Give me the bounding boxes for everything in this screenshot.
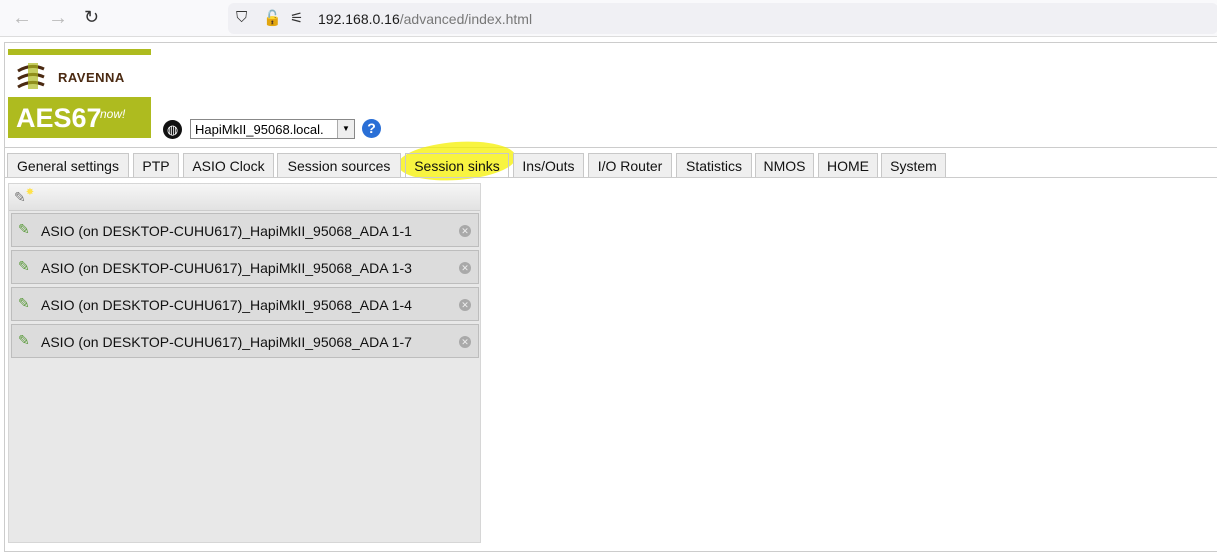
- help-icon[interactable]: ?: [362, 119, 381, 138]
- plug-icon: ✎: [18, 258, 30, 274]
- sink-item[interactable]: ✎ ASIO (on DESKTOP-CUHU617)_HapiMkII_9506…: [11, 324, 479, 358]
- remove-icon[interactable]: ✕: [459, 262, 471, 274]
- permissions-icon[interactable]: ⚟: [290, 9, 303, 27]
- tab-session-sources[interactable]: Session sources: [277, 153, 401, 177]
- plug-icon: ✎: [18, 332, 30, 348]
- logo-product: AES67: [16, 103, 102, 133]
- tab-ptp[interactable]: PTP: [133, 153, 179, 177]
- chevron-down-icon[interactable]: ▼: [337, 120, 354, 138]
- insecure-lock-icon[interactable]: 🔓: [263, 9, 282, 27]
- reload-icon[interactable]: ↻: [84, 7, 99, 28]
- remove-icon[interactable]: ✕: [459, 299, 471, 311]
- tab-home[interactable]: HOME: [818, 153, 878, 177]
- globe-icon: ◍: [163, 120, 182, 139]
- tab-asio-clock[interactable]: ASIO Clock: [183, 153, 274, 177]
- sink-item[interactable]: ✎ ASIO (on DESKTOP-CUHU617)_HapiMkII_9506…: [11, 250, 479, 284]
- logo-tagline: now!: [100, 107, 126, 121]
- divider: [4, 147, 1217, 148]
- url-path: /advanced/index.html: [399, 11, 533, 27]
- ravenna-aes67-logo: RAVENNA AES67 now!: [8, 49, 151, 138]
- ravenna-logo-icon: [17, 63, 45, 89]
- remove-icon[interactable]: ✕: [459, 225, 471, 237]
- forward-icon[interactable]: →: [48, 7, 68, 30]
- tab-session-sinks[interactable]: Session sinks: [405, 153, 509, 178]
- tab-io-router[interactable]: I/O Router: [588, 153, 672, 177]
- address-bar[interactable]: ⛉ 🔓 ⚟ 192.168.0.16/advanced/index.html: [228, 3, 1217, 34]
- device-select-value: HapiMkII_95068.local.: [195, 122, 324, 137]
- sink-item[interactable]: ✎ ASIO (on DESKTOP-CUHU617)_HapiMkII_9506…: [11, 213, 479, 247]
- session-sinks-panel: ✎✸ ✎ ASIO (on DESKTOP-CUHU617)_HapiMkII_9…: [8, 183, 481, 543]
- browser-toolbar: ← → ↻ ⛉ 🔓 ⚟ 192.168.0.16/advanced/index.…: [0, 0, 1217, 37]
- url-text[interactable]: 192.168.0.16/advanced/index.html: [318, 11, 532, 27]
- url-host: 192.168.0.16: [318, 11, 400, 27]
- sink-name: ASIO (on DESKTOP-CUHU617)_HapiMkII_95068…: [41, 334, 412, 350]
- logo-brand: RAVENNA: [58, 70, 125, 85]
- plug-icon: ✎: [18, 295, 30, 311]
- tab-general-settings[interactable]: General settings: [7, 153, 129, 177]
- tab-ins-outs[interactable]: Ins/Outs: [513, 153, 584, 177]
- device-select[interactable]: HapiMkII_95068.local. ▼: [190, 119, 355, 139]
- tab-system[interactable]: System: [881, 153, 946, 177]
- panel-toolbar: ✎✸: [9, 184, 480, 211]
- add-sink-icon[interactable]: ✎✸: [14, 187, 34, 206]
- sink-name: ASIO (on DESKTOP-CUHU617)_HapiMkII_95068…: [41, 223, 412, 239]
- sink-item[interactable]: ✎ ASIO (on DESKTOP-CUHU617)_HapiMkII_9506…: [11, 287, 479, 321]
- tab-statistics[interactable]: Statistics: [676, 153, 752, 177]
- plug-icon: ✎: [18, 221, 30, 237]
- sink-name: ASIO (on DESKTOP-CUHU617)_HapiMkII_95068…: [41, 297, 412, 313]
- tab-nmos[interactable]: NMOS: [755, 153, 814, 177]
- back-icon[interactable]: ←: [12, 7, 32, 30]
- shield-icon[interactable]: ⛉: [236, 9, 247, 26]
- remove-icon[interactable]: ✕: [459, 336, 471, 348]
- sink-name: ASIO (on DESKTOP-CUHU617)_HapiMkII_95068…: [41, 260, 412, 276]
